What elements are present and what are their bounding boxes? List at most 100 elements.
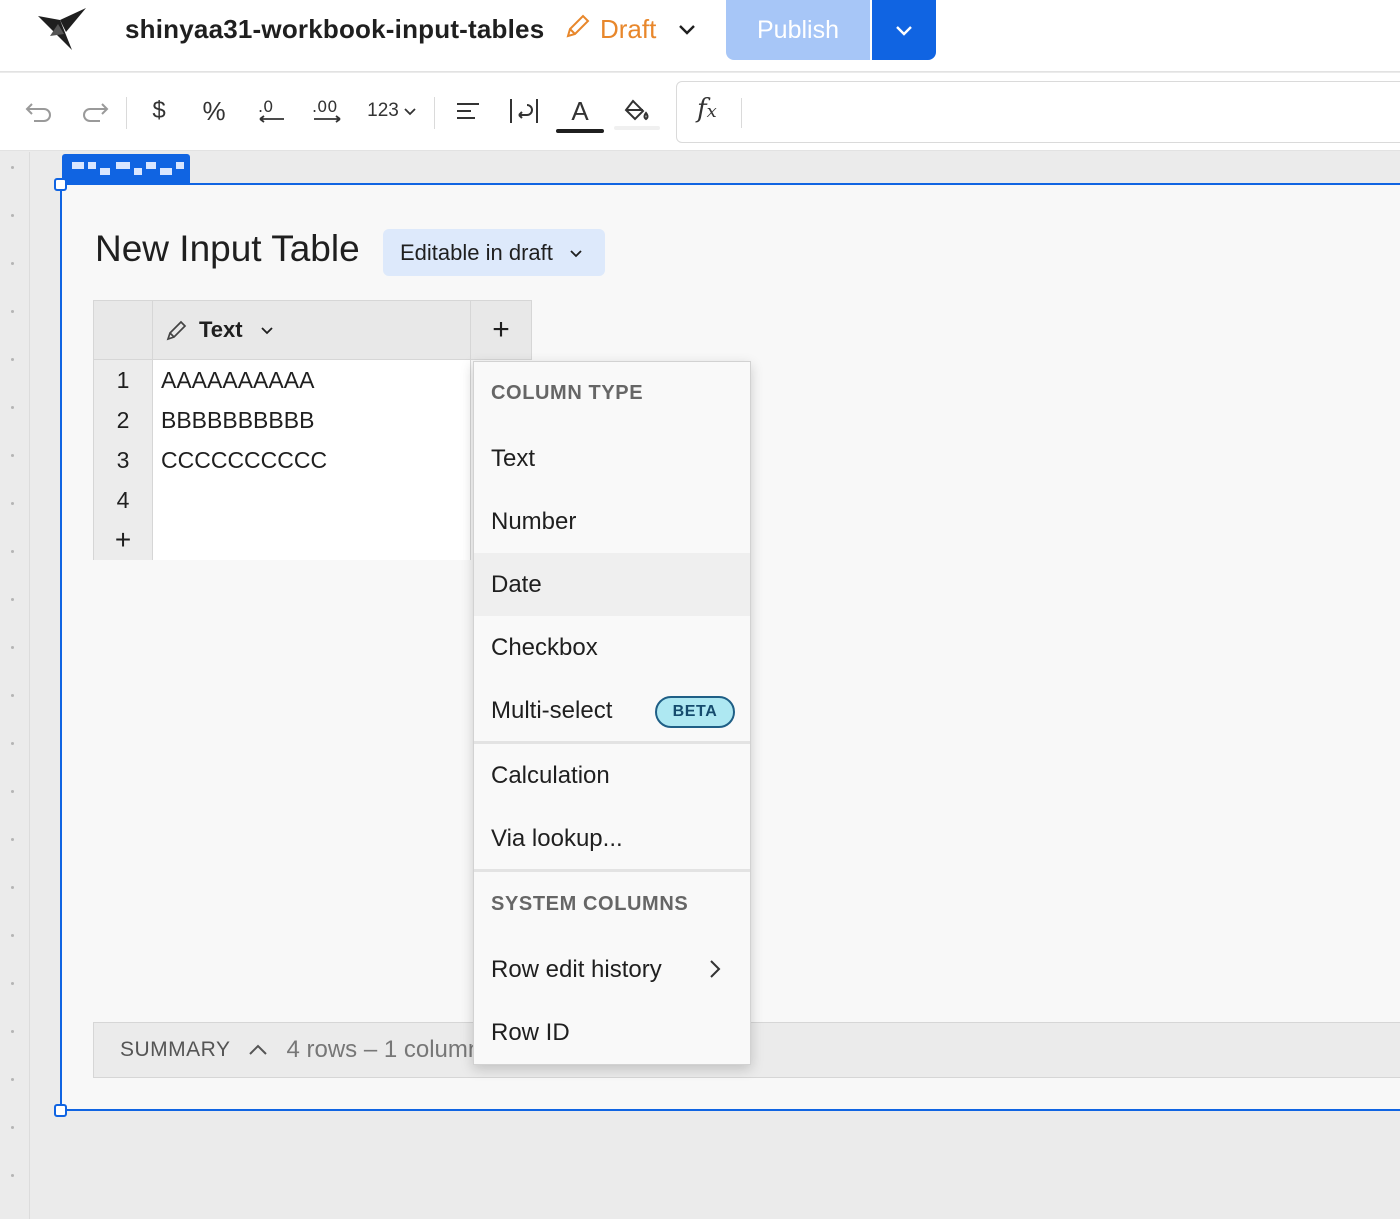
wrap-text-icon[interactable]: [504, 91, 544, 131]
ruler-dot: [11, 262, 14, 265]
ruler-dot: [11, 742, 14, 745]
row-number[interactable]: 3: [93, 440, 153, 480]
ruler-dot: [11, 1174, 14, 1177]
align-left-icon[interactable]: [450, 91, 486, 131]
table-cell[interactable]: BBBBBBBBBB: [153, 400, 471, 440]
table-cell[interactable]: CCCCCCCCCC: [153, 440, 471, 480]
table-row: 1 AAAAAAAAAA: [93, 360, 471, 400]
chevron-up-icon: [249, 1044, 268, 1055]
row-number[interactable]: 1: [93, 360, 153, 400]
formatting-toolbar: $ % .0 .00 123 A fx: [0, 73, 1400, 151]
table-row: 4: [93, 480, 471, 520]
add-row-cell[interactable]: [153, 520, 471, 560]
chevron-right-icon: [710, 960, 721, 978]
column-header-label: Text: [199, 317, 243, 342]
row-number[interactable]: 2: [93, 400, 153, 440]
edit-mode-dropdown[interactable]: Editable in draft: [383, 229, 605, 276]
row-number[interactable]: 4: [93, 480, 153, 520]
ruler-dot: [11, 502, 14, 505]
menu-item-date[interactable]: Date: [474, 553, 750, 616]
draft-label: Draft: [600, 13, 657, 44]
column-header-text[interactable]: Text: [153, 300, 471, 360]
formula-bar[interactable]: fx: [676, 81, 1400, 143]
input-table-title[interactable]: New Input Table: [95, 228, 360, 270]
chevron-down-icon: [896, 26, 912, 36]
text-color-swatch: [556, 128, 604, 133]
menu-item-row-id[interactable]: Row ID: [474, 1001, 750, 1064]
decrease-decimals-icon[interactable]: .0: [250, 91, 290, 131]
table-row: 3 CCCCCCCCCC: [93, 440, 471, 480]
chevron-down-icon: [570, 249, 582, 257]
ruler-dot: [11, 214, 14, 217]
fill-color-icon[interactable]: [614, 91, 660, 137]
table-cell[interactable]: [153, 480, 471, 520]
ruler-dot: [11, 406, 14, 409]
formula-divider: [741, 98, 742, 128]
menu-item-number[interactable]: Number: [474, 490, 750, 553]
table-cell[interactable]: AAAAAAAAAA: [153, 360, 471, 400]
ruler-dot: [11, 358, 14, 361]
fx-icon: fx: [697, 94, 717, 124]
system-columns-heading: SYSTEM COLUMNS: [491, 893, 689, 915]
draft-status[interactable]: Draft: [564, 12, 656, 46]
ruler-dot: [11, 550, 14, 553]
input-table-grid: Text + 1 AAAAAAAAAA 2 BBBBBBBBBB 3 CCCCC…: [93, 300, 532, 560]
redo-icon[interactable]: [76, 91, 114, 131]
vertical-ruler: [0, 152, 30, 1219]
menu-item-multi-select[interactable]: Multi-select BETA: [474, 679, 750, 742]
ruler-dot: [11, 310, 14, 313]
ruler-dot: [11, 1030, 14, 1033]
add-row-button[interactable]: +: [93, 520, 153, 560]
publish-button[interactable]: Publish: [726, 0, 870, 60]
pencil-icon: [166, 320, 187, 341]
ruler-dot: [11, 646, 14, 649]
number-format-dropdown[interactable]: 123: [364, 91, 420, 131]
ruler-dot: [11, 1126, 14, 1129]
pencil-icon: [564, 12, 592, 47]
toolbar-divider: [126, 97, 127, 129]
chevron-down-icon[interactable]: [676, 18, 698, 40]
edit-mode-label: Editable in draft: [400, 239, 553, 265]
menu-item-label: Multi-select: [491, 696, 613, 724]
percent-icon[interactable]: %: [196, 91, 232, 131]
menu-item-checkbox[interactable]: Checkbox: [474, 616, 750, 679]
resize-handle-bottom-left[interactable]: [54, 1104, 67, 1117]
summary-label: SUMMARY: [120, 1038, 231, 1061]
table-row: 2 BBBBBBBBBB: [93, 400, 471, 440]
column-type-menu: COLUMN TYPE Text Number Date Checkbox Mu…: [473, 361, 751, 1065]
ruler-dot: [11, 886, 14, 889]
svg-text:.00: .00: [312, 97, 337, 116]
number-format-label: 123: [367, 100, 399, 121]
increase-decimals-icon[interactable]: .00: [306, 91, 350, 131]
toolbar-divider: [434, 97, 435, 129]
chevron-down-icon: [260, 327, 273, 335]
resize-handle-top-left[interactable]: [54, 178, 67, 191]
ruler-dot: [11, 598, 14, 601]
menu-item-via-lookup[interactable]: Via lookup...: [474, 807, 750, 870]
undo-icon[interactable]: [20, 91, 58, 131]
top-bar: shinyaa31-workbook-input-tables Draft Pu…: [0, 0, 1400, 72]
ruler-dot: [11, 1078, 14, 1081]
ruler-dot: [11, 454, 14, 457]
beta-badge: BETA: [655, 696, 735, 728]
menu-divider: [474, 869, 750, 872]
element-name-tag[interactable]: [62, 154, 190, 184]
menu-item-calculation[interactable]: Calculation: [474, 744, 750, 807]
menu-item-text[interactable]: Text: [474, 427, 750, 490]
add-column-button[interactable]: +: [471, 300, 532, 360]
currency-icon[interactable]: $: [142, 91, 176, 131]
app-logo-icon[interactable]: [36, 6, 88, 52]
ruler-dot: [11, 982, 14, 985]
table-rows: 1 AAAAAAAAAA 2 BBBBBBBBBB 3 CCCCCCCCCC 4…: [93, 360, 471, 560]
summary-info: 4 rows – 1 column: [286, 1036, 482, 1063]
ruler-dot: [11, 934, 14, 937]
workbook-title[interactable]: shinyaa31-workbook-input-tables: [125, 14, 544, 45]
chevron-down-icon: [404, 108, 416, 116]
table-corner[interactable]: [93, 300, 153, 360]
text-color-icon[interactable]: A: [556, 91, 604, 137]
column-type-heading: COLUMN TYPE: [491, 382, 644, 404]
ruler-dot: [11, 166, 14, 169]
publish-options-button[interactable]: [872, 0, 936, 60]
svg-text:.0: .0: [258, 97, 273, 116]
menu-item-row-edit-history[interactable]: Row edit history: [474, 938, 750, 1001]
